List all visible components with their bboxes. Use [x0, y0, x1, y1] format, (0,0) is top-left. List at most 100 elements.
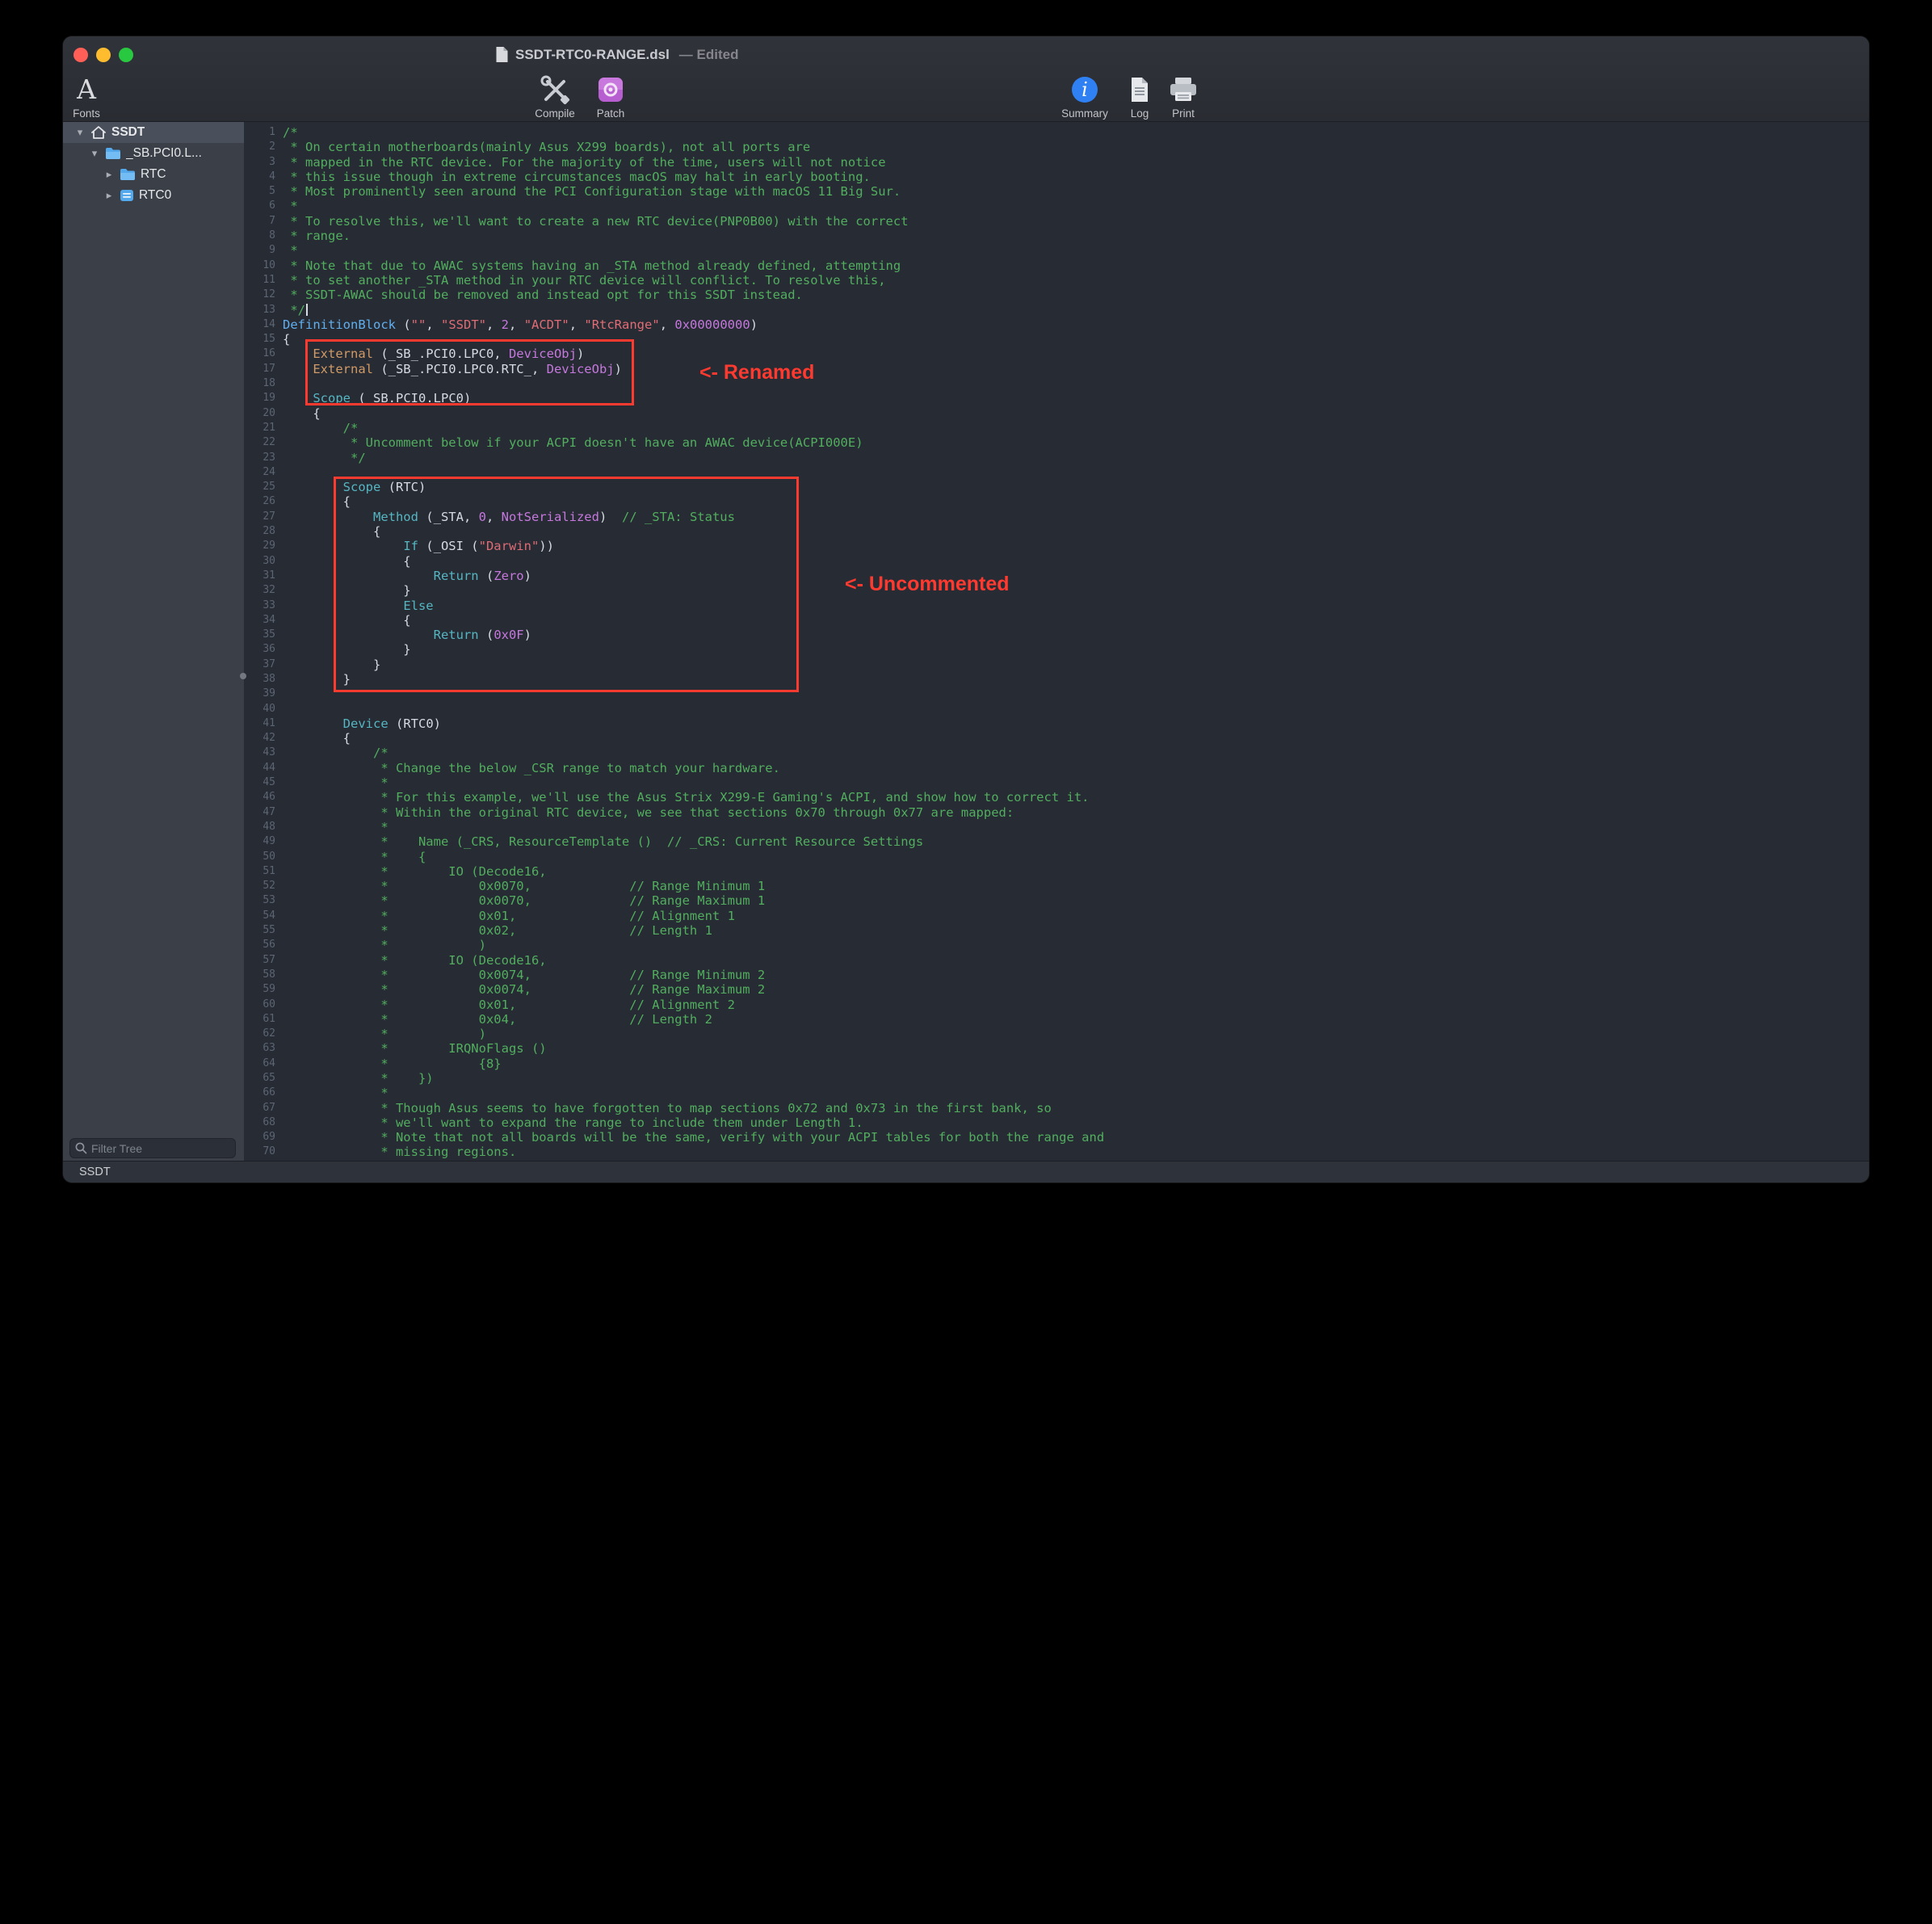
- code-line[interactable]: 40: [244, 702, 1869, 716]
- code-line-text: }: [275, 642, 411, 657]
- code-line[interactable]: 10 * Note that due to AWAC systems havin…: [244, 258, 1869, 273]
- code-line[interactable]: 15{: [244, 332, 1869, 347]
- code-line[interactable]: 47 * Within the original RTC device, we …: [244, 805, 1869, 820]
- code-line[interactable]: 62 * ): [244, 1027, 1869, 1041]
- code-token: If: [403, 539, 418, 553]
- code-line[interactable]: 70 * missing regions.: [244, 1145, 1869, 1159]
- code-line[interactable]: 58 * 0x0074, // Range Minimum 2: [244, 968, 1869, 982]
- code-line[interactable]: 36 }: [244, 642, 1869, 657]
- code-line[interactable]: 17 External (_SB_.PCI0.LPC0.RTC_, Device…: [244, 362, 1869, 376]
- code-line[interactable]: 65 * }): [244, 1071, 1869, 1086]
- code-line[interactable]: 38 }: [244, 672, 1869, 687]
- code-line[interactable]: 39: [244, 687, 1869, 701]
- code-line[interactable]: 12 * SSDT-AWAC should be removed and ins…: [244, 288, 1869, 302]
- code-line[interactable]: 46 * For this example, we'll use the Asu…: [244, 790, 1869, 804]
- code-line[interactable]: 44 * Change the below _CSR range to matc…: [244, 761, 1869, 775]
- code-line[interactable]: 6 *: [244, 199, 1869, 213]
- code-line[interactable]: 30 {: [244, 554, 1869, 569]
- code-line[interactable]: 48 *: [244, 820, 1869, 834]
- code-line[interactable]: 63 * IRQNoFlags (): [244, 1041, 1869, 1056]
- code-line[interactable]: 19 Scope (_SB.PCI0.LPC0): [244, 391, 1869, 405]
- code-line[interactable]: 32 }: [244, 583, 1869, 598]
- code-line[interactable]: 59 * 0x0074, // Range Maximum 2: [244, 982, 1869, 997]
- code-line[interactable]: 5 * Most prominently seen around the PCI…: [244, 184, 1869, 199]
- code-line[interactable]: 33 Else: [244, 599, 1869, 613]
- filter-tree-input[interactable]: [91, 1142, 230, 1155]
- code-line[interactable]: 4 * this issue though in extreme circums…: [244, 170, 1869, 184]
- code-line[interactable]: 50 * {: [244, 850, 1869, 864]
- code-line[interactable]: 61 * 0x04, // Length 2: [244, 1012, 1869, 1027]
- code-line[interactable]: 14DefinitionBlock ("", "SSDT", 2, "ACDT"…: [244, 317, 1869, 332]
- code-line[interactable]: 51 * IO (Decode16,: [244, 864, 1869, 879]
- code-line[interactable]: 35 Return (0x0F): [244, 628, 1869, 642]
- print-button[interactable]: Print: [1157, 74, 1209, 120]
- code-line[interactable]: 13 */: [244, 303, 1869, 317]
- code-line[interactable]: 69 * Note that not all boards will be th…: [244, 1130, 1869, 1145]
- code-line[interactable]: 34 {: [244, 613, 1869, 628]
- code-line[interactable]: 25 Scope (RTC): [244, 480, 1869, 494]
- code-token: {: [283, 554, 411, 569]
- code-line[interactable]: 7 * To resolve this, we'll want to creat…: [244, 214, 1869, 229]
- code-line[interactable]: 55 * 0x02, // Length 1: [244, 923, 1869, 938]
- divider-grab-handle[interactable]: [240, 673, 246, 679]
- code-line[interactable]: 53 * 0x0070, // Range Maximum 1: [244, 893, 1869, 908]
- code-line[interactable]: 28 {: [244, 524, 1869, 539]
- code-line[interactable]: 42 {: [244, 731, 1869, 746]
- summary-button[interactable]: i Summary: [1059, 74, 1111, 120]
- tree-item-ssdt[interactable]: ▾ SSDT: [63, 122, 244, 143]
- code-line[interactable]: 16 External (_SB_.PCI0.LPC0, DeviceObj): [244, 347, 1869, 361]
- code-line[interactable]: 24: [244, 465, 1869, 480]
- chevron-right-icon[interactable]: ▸: [103, 169, 115, 181]
- code-line[interactable]: 54 * 0x01, // Alignment 1: [244, 909, 1869, 923]
- code-line[interactable]: 9 *: [244, 243, 1869, 258]
- fonts-button[interactable]: A Fonts: [63, 74, 110, 120]
- code-line-text: Return (Zero): [275, 569, 531, 583]
- code-line[interactable]: 68 * we'll want to expand the range to i…: [244, 1115, 1869, 1130]
- code-editor[interactable]: 1/*2 * On certain motherboards(mainly As…: [244, 122, 1869, 1161]
- code-line[interactable]: 8 * range.: [244, 229, 1869, 243]
- patch-button[interactable]: Patch: [584, 74, 637, 120]
- code-line[interactable]: 18: [244, 376, 1869, 391]
- svg-text:i: i: [1082, 78, 1088, 101]
- code-line[interactable]: 41 Device (RTC0): [244, 716, 1869, 731]
- code-line[interactable]: 45 *: [244, 775, 1869, 790]
- code-line[interactable]: 1/*: [244, 125, 1869, 140]
- chevron-down-icon[interactable]: ▾: [74, 127, 86, 139]
- code-line[interactable]: 11 * to set another _STA method in your …: [244, 273, 1869, 288]
- code-line[interactable]: 37 }: [244, 657, 1869, 672]
- chevron-right-icon[interactable]: ▸: [103, 190, 115, 202]
- code-line[interactable]: 23 */: [244, 451, 1869, 465]
- code-line[interactable]: 56 * ): [244, 938, 1869, 952]
- code-line[interactable]: 29 If (_OSI ("Darwin")): [244, 539, 1869, 553]
- tree-item-rtc0[interactable]: ▸ RTC0: [63, 185, 244, 206]
- code-line[interactable]: 49 * Name (_CRS, ResourceTemplate () // …: [244, 834, 1869, 849]
- code-line[interactable]: 26 {: [244, 494, 1869, 509]
- code-line[interactable]: 64 * {8}: [244, 1057, 1869, 1071]
- code-line[interactable]: 22 * Uncomment below if your ACPI doesn'…: [244, 435, 1869, 450]
- compile-button[interactable]: Compile: [528, 74, 582, 120]
- code-line[interactable]: 66 *: [244, 1086, 1869, 1100]
- code-line[interactable]: 31 Return (Zero): [244, 569, 1869, 583]
- minimize-button[interactable]: [96, 48, 111, 62]
- titlebar[interactable]: SSDT-RTC0-RANGE.dsl — Edited: [63, 36, 1869, 73]
- code-line[interactable]: 43 /*: [244, 746, 1869, 760]
- code-line[interactable]: 2 * On certain motherboards(mainly Asus …: [244, 140, 1869, 154]
- code-line[interactable]: 3 * mapped in the RTC device. For the ma…: [244, 155, 1869, 170]
- code-line-text: /*: [275, 125, 298, 140]
- tree-item-sb-pci0[interactable]: ▾ _SB.PCI0.L...: [63, 143, 244, 164]
- code-line[interactable]: 67 * Though Asus seems to have forgotten…: [244, 1101, 1869, 1115]
- print-label: Print: [1172, 107, 1195, 120]
- tree-item-rtc[interactable]: ▸ RTC: [63, 164, 244, 185]
- code-token: * 0x01, // Alignment 2: [283, 998, 735, 1012]
- code-line-text: {: [275, 332, 290, 347]
- chevron-down-icon[interactable]: ▾: [89, 148, 100, 160]
- code-line[interactable]: 60 * 0x01, // Alignment 2: [244, 998, 1869, 1012]
- code-line[interactable]: 57 * IO (Decode16,: [244, 953, 1869, 968]
- code-line[interactable]: 21 /*: [244, 421, 1869, 435]
- code-token: ,: [509, 317, 524, 332]
- close-button[interactable]: [74, 48, 88, 62]
- code-line[interactable]: 52 * 0x0070, // Range Minimum 1: [244, 879, 1869, 893]
- code-line[interactable]: 20 {: [244, 406, 1869, 421]
- zoom-button[interactable]: [119, 48, 133, 62]
- code-line[interactable]: 27 Method (_STA, 0, NotSerialized) // _S…: [244, 510, 1869, 524]
